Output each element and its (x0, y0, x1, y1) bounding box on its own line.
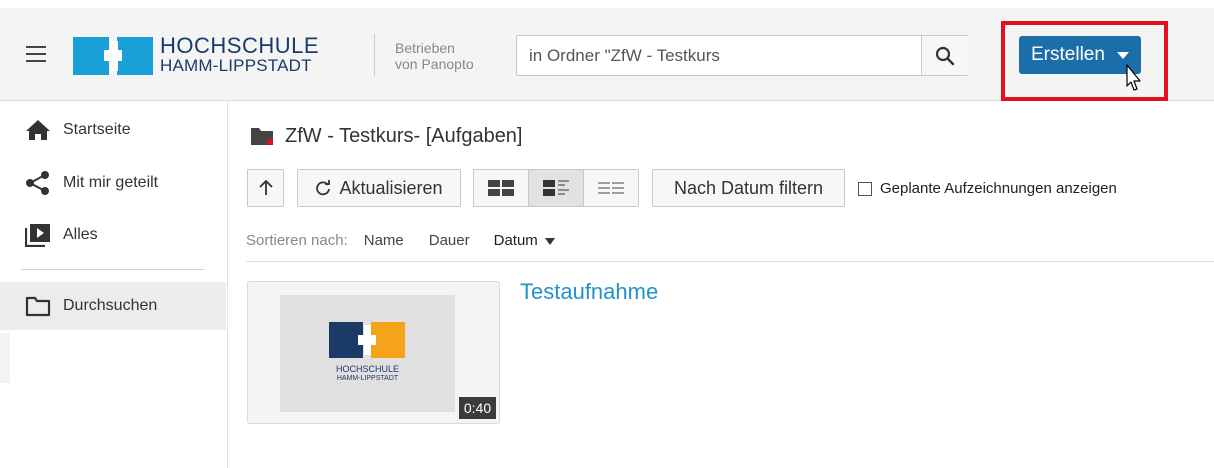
top-strip (0, 0, 1214, 8)
date-filter-label: Nach Datum filtern (673, 177, 824, 198)
up-button[interactable] (247, 169, 284, 207)
sort-option-date[interactable]: Datum (494, 232, 555, 249)
scheduled-recordings-checkbox[interactable] (858, 181, 872, 196)
mouse-pointer-icon (1126, 64, 1141, 91)
sidebar-item-durchsuchen[interactable]: Durchsuchen (0, 282, 226, 330)
sidebar-item-startseite[interactable]: Startseite (0, 106, 226, 154)
folder-icon (251, 128, 273, 145)
search-box (516, 35, 968, 76)
top-header: HOCHSCHULE HAMM-LIPPSTADT Betrieben von … (0, 0, 1214, 101)
page-title: ZfW - Testkurs- [Aufgaben] (250, 121, 523, 151)
view-grid-button[interactable] (473, 169, 529, 207)
grid-view-icon (488, 180, 514, 196)
scheduled-recordings-label: Geplante Aufzeichnungen anzeigen (880, 180, 1117, 197)
sidebar-item-label: Durchsuchen (63, 297, 158, 314)
folder-icon (24, 293, 52, 319)
sort-option-duration[interactable]: Dauer (429, 232, 470, 249)
duration-badge: 0:40 (459, 397, 496, 419)
header-divider (374, 34, 375, 76)
thumbnail-text-line2: HAMM-LIPPSTADT (336, 375, 399, 382)
sidebar-item-alles[interactable]: Alles (0, 211, 226, 259)
detail-view-icon (543, 180, 569, 196)
search-icon (935, 46, 955, 65)
sidebar-item-shared[interactable]: Mit mir geteilt (0, 159, 226, 207)
refresh-button[interactable]: Aktualisieren (297, 169, 461, 207)
sort-divider (246, 261, 1214, 262)
powered-by-line2: von Panopto (395, 56, 474, 72)
refresh-icon (316, 180, 331, 196)
home-icon (24, 117, 52, 143)
folder-title-text: ZfW - Testkurs- [Aufgaben] (285, 124, 523, 147)
sidebar-stub (0, 333, 10, 383)
refresh-label: Aktualisieren (339, 177, 443, 198)
search-button[interactable] (921, 36, 968, 75)
powered-by: Betrieben von Panopto (395, 40, 474, 72)
sidebar-item-label: Startseite (63, 121, 131, 138)
sidebar-item-label: Mit mir geteilt (63, 174, 159, 191)
view-list-button[interactable] (583, 169, 639, 207)
university-name-line1: HOCHSCHULE (160, 33, 320, 58)
thumbnail-text-line1: HOCHSCHULE (335, 364, 399, 374)
list-view-icon (598, 182, 624, 194)
sort-option-name[interactable]: Name (364, 232, 404, 249)
share-icon (24, 170, 52, 196)
sort-label: Sortieren nach: (246, 232, 348, 249)
view-detail-button[interactable] (528, 169, 584, 207)
caret-down-icon (544, 237, 555, 245)
date-filter-button[interactable]: Nach Datum filtern (652, 169, 845, 207)
search-input[interactable] (529, 45, 919, 67)
sort-option-date-label: Datum (493, 232, 538, 249)
university-name-line2: HAMM-LIPPSTADT (160, 56, 312, 75)
arrow-up-icon (258, 180, 273, 195)
play-library-icon (24, 222, 52, 248)
sidebar-divider (21, 269, 204, 270)
sidebar: Startseite Mit mir geteilt Alles Durchsu… (0, 101, 228, 468)
session-title-link[interactable]: Testaufnahme (520, 279, 658, 305)
menu-icon[interactable] (26, 46, 46, 62)
scheduled-recordings-toggle[interactable]: Geplante Aufzeichnungen anzeigen (858, 180, 1117, 197)
thumbnail-logo-icon (329, 322, 405, 358)
thumbnail-image: HOCHSCHULE HAMM-LIPPSTADT (280, 295, 455, 412)
university-logo-icon[interactable] (73, 37, 153, 75)
highlight-frame (1001, 21, 1168, 101)
session-thumbnail[interactable]: HOCHSCHULE HAMM-LIPPSTADT 0:40 (247, 281, 500, 424)
powered-by-line1: Betrieben (395, 40, 455, 56)
sidebar-item-label: Alles (63, 226, 98, 243)
university-name: HOCHSCHULE HAMM-LIPPSTADT (160, 33, 320, 76)
sort-bar: Sortieren nach: Name Dauer Datum (246, 232, 555, 249)
